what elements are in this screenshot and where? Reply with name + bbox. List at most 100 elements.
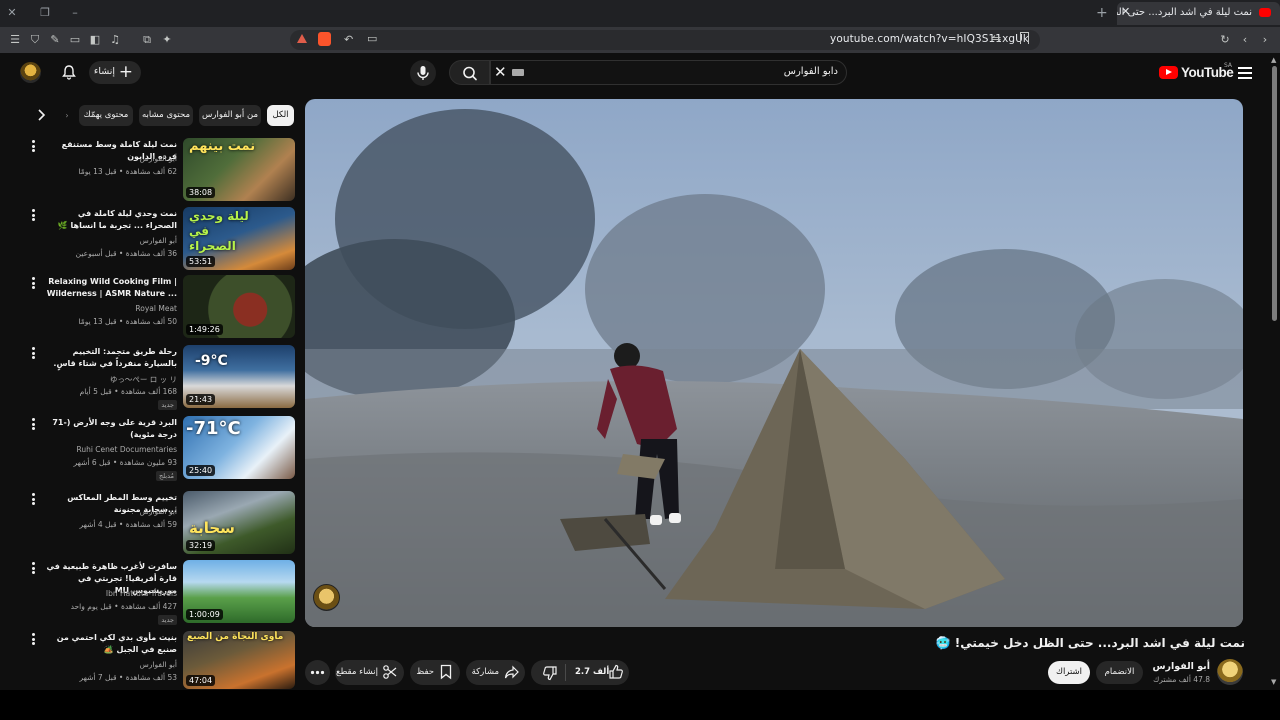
duration-badge: 32:19 (186, 540, 216, 551)
share-link-icon[interactable]: ⇋ (992, 32, 1001, 45)
tabs-icon[interactable]: ▭ (68, 33, 82, 47)
browser-tab-bar: ✕ ❐ – + ✕ نمت ليلة في اشد البرد... حتى ا… (0, 0, 1280, 27)
more-options-icon[interactable] (30, 633, 36, 647)
chip-similar[interactable]: محتوى مشابه (139, 105, 193, 126)
forward-icon[interactable]: › (1258, 33, 1272, 47)
thumbs-up-icon[interactable] (609, 664, 623, 680)
chip-relevant[interactable]: محتوى يهمّك (79, 105, 133, 126)
video-thumbnail[interactable]: مأوى النجاة من الضبع 47:04 (183, 631, 295, 689)
like-count[interactable]: 2.7 ألف (575, 667, 609, 677)
more-options-icon[interactable] (30, 277, 36, 291)
new-tab-icon[interactable]: + (1096, 5, 1108, 21)
video-thumbnail[interactable]: 1:00:09 (183, 560, 295, 623)
duration-badge: 25:40 (186, 465, 216, 476)
thumbnail-text: -71°C (186, 418, 241, 439)
channel-name[interactable]: Ibn Hattuta Travels (27, 589, 177, 598)
scroll-up-icon[interactable]: ▲ (1271, 56, 1276, 64)
sidebar-icon[interactable]: ◧ (88, 33, 102, 47)
channel-name[interactable]: أبو الفوارس (27, 507, 177, 516)
channel-watermark[interactable] (313, 584, 340, 611)
more-options-icon[interactable] (30, 493, 36, 507)
video-title[interactable]: بنيت مأوى بدي لكي احتمي من صنبع في الجبل… (44, 632, 177, 656)
video-thumbnail[interactable]: ليلة وحدي في الصحراء 53:51 (183, 207, 295, 270)
close-window-icon[interactable]: ✕ (4, 5, 20, 21)
video-thumbnail[interactable]: 1:49:26 (183, 275, 295, 338)
search-button[interactable] (449, 60, 490, 85)
scissors-icon (383, 665, 397, 679)
pen-icon[interactable]: ✎ (48, 33, 62, 47)
bottom-strip (0, 690, 1280, 720)
video-player[interactable] (305, 99, 1243, 627)
channel-name[interactable]: أبو الفوارس (27, 660, 177, 669)
channel-name[interactable]: Royal Meat (27, 304, 177, 313)
list-item[interactable]: البرد قرية على وجه الأرض (-71 درجة مئوية… (27, 416, 295, 481)
voice-search-button[interactable] (410, 60, 436, 86)
create-button[interactable]: + إنشاء (89, 61, 141, 84)
chevron-right-icon[interactable] (36, 109, 46, 124)
video-meta: 59 ألف مشاهدة • قبل 4 أشهر (79, 520, 177, 529)
chip-all[interactable]: الكل (267, 105, 294, 126)
video-thumbnail[interactable]: -71°C 25:40 (183, 416, 295, 479)
screenshot-icon[interactable]: ⧉ (140, 33, 154, 47)
minimize-window-icon[interactable]: – (67, 5, 83, 21)
list-item[interactable]: بنيت مأوى بدي لكي احتمي من صنبع في الجبل… (30, 631, 295, 689)
warning-icon[interactable] (297, 34, 307, 43)
clear-search-icon[interactable]: ✕ (494, 63, 507, 81)
more-options-icon[interactable] (30, 347, 36, 361)
share-button[interactable]: مشاركة (466, 660, 525, 685)
video-thumbnail[interactable]: نمت بينهم 38:08 (183, 138, 295, 201)
music-icon[interactable]: ♫ (108, 33, 122, 47)
search-input[interactable]: دابو الفوارس (520, 66, 838, 77)
more-options-icon[interactable] (30, 209, 36, 223)
screen-icon[interactable]: ▭ (367, 32, 377, 45)
more-options-icon[interactable] (30, 140, 36, 154)
more-actions-button[interactable] (305, 660, 330, 685)
subscribe-button[interactable]: اشتراك (1048, 661, 1090, 684)
duration-badge: 1:49:26 (186, 324, 223, 335)
channel-name[interactable]: Ruhi Cenet Documentaries (27, 445, 177, 454)
join-button[interactable]: الانضمام (1096, 661, 1143, 684)
video-title[interactable]: نمت وحدي ليلة كاملة في الصحراء ... تجربة… (44, 208, 177, 232)
notifications-bell-icon[interactable] (61, 64, 77, 80)
brave-shield-icon[interactable] (318, 32, 331, 46)
close-tab-icon[interactable]: ✕ (1121, 5, 1130, 18)
video-title[interactable]: رحلة طريق متجمد: التخييم بالسيارة منفردا… (44, 346, 177, 370)
more-options-icon[interactable] (30, 562, 36, 576)
extensions-icon[interactable]: ✦ (160, 33, 174, 47)
clip-button[interactable]: إنشاء مقطع (335, 660, 404, 685)
list-item[interactable]: Relaxing Wild Cooking Film | Wilderness … (30, 275, 295, 339)
more-options-icon[interactable] (30, 418, 36, 432)
shield-icon[interactable]: ⛉ (28, 33, 42, 47)
scrollbar-thumb[interactable] (1272, 66, 1277, 321)
video-thumbnail[interactable]: -9°C 21:43 (183, 345, 295, 408)
video-meta: 168 ألف مشاهدة • قبل 5 أيام (79, 387, 177, 396)
channel-name[interactable]: ゆっ〜ぺー ロ ッ リ (27, 374, 177, 385)
channel-name[interactable]: أبو الفوارس (27, 236, 177, 245)
channel-avatar[interactable] (1217, 659, 1243, 685)
thumbs-down-icon[interactable] (543, 665, 557, 681)
video-thumbnail[interactable]: سحابة 32:19 (183, 491, 295, 554)
video-title[interactable]: البرد قرية على وجه الأرض (-71 درجة مئوية… (44, 417, 177, 441)
list-item[interactable]: نمت ليلة كاملة وسط مستنقع فرده الدايون أ… (30, 138, 295, 202)
scroll-down-icon[interactable]: ▼ (1271, 678, 1276, 686)
save-button[interactable]: حفظ (410, 660, 460, 685)
channel-name[interactable]: أبو الفوارس (27, 154, 177, 163)
youtube-logo[interactable]: YouTube SA (1159, 62, 1234, 81)
restore-window-icon[interactable]: ❐ (37, 5, 53, 21)
account-avatar[interactable] (20, 62, 41, 83)
reload-icon[interactable]: ↻ (1218, 33, 1232, 47)
list-item[interactable]: تخييم وسط المطر المعاكس ...سحابة مجنونة … (30, 491, 295, 555)
back-icon[interactable]: ‹ (1238, 33, 1252, 47)
bookmark-icon[interactable] (1020, 32, 1029, 44)
share-icon (504, 665, 519, 679)
list-item[interactable]: رحلة طريق متجمد: التخييم بالسيارة منفردا… (27, 345, 295, 410)
chip-from-channel[interactable]: من أبو الفوارس (199, 105, 261, 126)
history-icon[interactable]: ↶ (344, 33, 353, 46)
list-item[interactable]: نمت وحدي ليلة كاملة في الصحراء ... تجربة… (30, 207, 295, 271)
list-item[interactable]: سافرت لأغرب ظاهرة طبيعية في قارة أفريقيا… (27, 560, 295, 625)
browser-tab[interactable]: ✕ نمت ليلة في اشد البرد... حتى الظ (1117, 2, 1280, 25)
video-title[interactable]: Relaxing Wild Cooking Film | Wilderness … (44, 276, 177, 300)
menu-icon[interactable]: ☰ (8, 33, 22, 47)
guide-menu-icon[interactable] (1238, 67, 1252, 79)
keyboard-icon[interactable] (512, 69, 524, 76)
